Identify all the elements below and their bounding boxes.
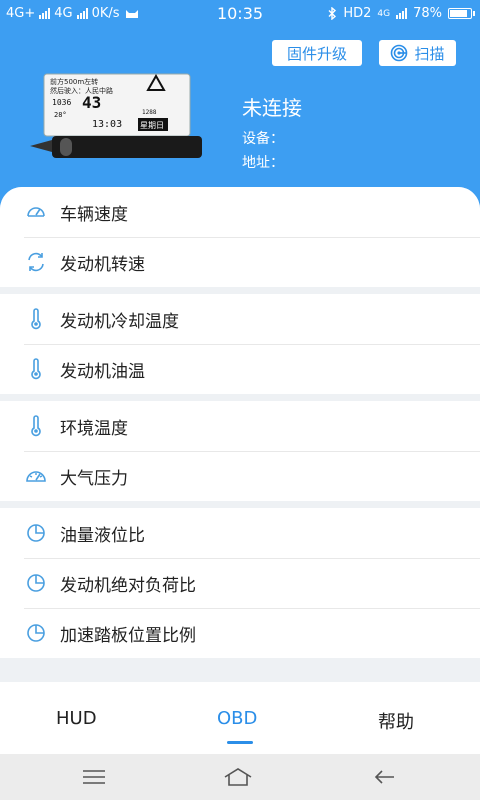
signal-bars-icon [396,8,408,19]
thermometer-icon [24,307,48,331]
list-item-label: 加速踏板位置比例 [60,625,196,646]
address-label: 地址： [242,155,284,171]
active-tab-indicator [227,741,253,744]
bluetooth-icon [328,7,337,20]
hud-distance: 1288 [142,109,157,116]
hd-label: HD2 [343,6,372,21]
device-label: 设备： [242,131,284,147]
connection-status: 未连接 [242,96,302,120]
hud-speed: 43 [82,93,101,112]
thermometer-icon [24,357,48,381]
list-item[interactable]: 发动机转速 [0,237,480,287]
pie-chart-icon [24,621,48,645]
list-item-label: 油量液位比 [60,525,145,546]
list-item[interactable]: 车辆速度 [0,187,480,237]
hud-weekday: 星期日 [140,121,164,130]
back-icon[interactable] [370,764,400,790]
parameter-group: 发动机冷却温度 发动机油温 [0,294,480,394]
hud-rpm: 1036 [52,98,71,107]
list-item-label: 发动机冷却温度 [60,311,179,332]
status-right: HD2 4G 78% [328,6,475,21]
pie-chart-icon [24,571,48,595]
speedometer-icon [24,200,48,224]
header: 4G+ 4G 0K/s 10:35 HD2 4G 78% 固件升级 扫描 前方5… [0,0,480,215]
list-item[interactable]: 发动机绝对负荷比 [0,558,480,608]
parameter-group: 油量液位比发动机绝对负荷比 加速踏板位置比例 [0,508,480,658]
home-icon[interactable] [223,764,253,790]
list-item[interactable]: 加速踏板位置比例 [0,608,480,658]
hud-temp: 28° [54,111,67,119]
menu-icon[interactable] [79,764,109,790]
tab-help[interactable]: 帮助 [378,708,414,734]
hud-time: 13:03 [92,119,122,130]
scan-button-label: 扫描 [414,44,445,63]
radar-icon [391,44,408,62]
list-item[interactable]: 发动机油温 [0,344,480,394]
list-item[interactable]: 大气压力 [0,451,480,501]
tab-obd[interactable]: OBD [217,708,257,729]
list-item-label: 发动机油温 [60,361,145,382]
hud-nav-line1: 前方500m左转 [50,77,98,86]
list-item-label: 发动机转速 [60,254,145,275]
list-item-label: 环境温度 [60,418,128,439]
hud-device-image: 前方500m左转 然后驶入：人民中路 43 1036 28° 13:03 128… [30,73,202,158]
list-item-label: 大气压力 [60,468,128,489]
parameter-group: 车辆速度 发动机转速 [0,187,480,287]
bottom-tab-bar: HUD OBD 帮助 [0,682,480,754]
tab-hud[interactable]: HUD [56,708,97,729]
scan-button[interactable]: 扫描 [379,40,456,66]
gauge-icon [24,464,48,488]
pie-chart-icon [24,521,48,545]
system-nav-bar [0,754,480,800]
battery-percent: 78% [413,6,442,21]
rotate-icon [24,250,48,274]
battery-icon [448,8,475,19]
list-item-label: 发动机绝对负荷比 [60,575,196,596]
status-bar: 4G+ 4G 0K/s 10:35 HD2 4G 78% [0,0,480,28]
obd-parameter-list: 车辆速度发动机转速发动机冷却温度 发动机油温环境温度大气压力油量液位比发动机绝对负… [0,187,480,682]
list-item[interactable]: 环境温度 [0,401,480,451]
list-item[interactable]: 发动机冷却温度 [0,294,480,344]
list-item[interactable]: 油量液位比 [0,508,480,558]
parameter-groups: 车辆速度发动机转速发动机冷却温度 发动机油温环境温度大气压力油量液位比发动机绝对负… [0,187,480,658]
parameter-group: 环境温度 大气压力 [0,401,480,501]
list-item-label: 车辆速度 [60,204,128,225]
thermometer-icon [24,414,48,438]
lte-label: 4G [377,8,391,19]
firmware-upgrade-button[interactable]: 固件升级 [272,40,362,66]
